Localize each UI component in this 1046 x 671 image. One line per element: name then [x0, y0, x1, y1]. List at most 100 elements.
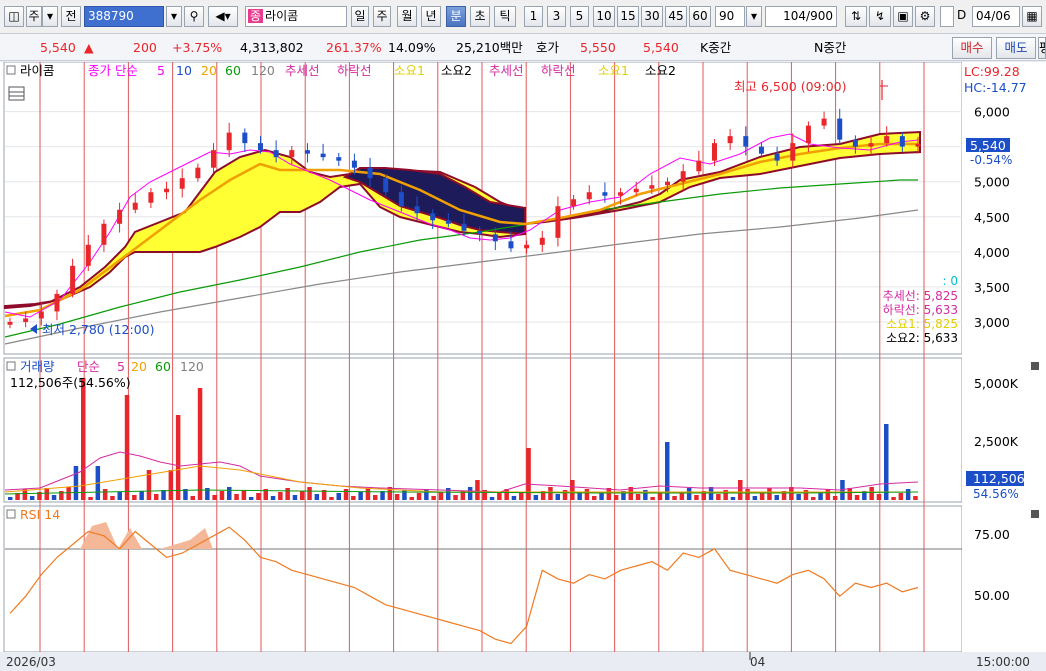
volume-bar — [913, 496, 918, 500]
volume-bar — [212, 495, 217, 500]
table-view-icon[interactable] — [8, 86, 25, 101]
interval-dropdown-icon[interactable]: ▾ — [746, 6, 762, 27]
volume-bar — [343, 489, 349, 500]
data-count-field[interactable]: 104/900 — [765, 6, 837, 27]
candle-body — [211, 150, 217, 168]
price-tick-label: 4,000 — [974, 245, 1010, 260]
search-icon[interactable]: ⚲ — [184, 6, 204, 27]
interval-60[interactable]: 60 — [689, 6, 711, 27]
code-dropdown-icon[interactable]: ▾ — [166, 6, 182, 27]
candle-body — [320, 153, 326, 158]
period-week[interactable]: 주 — [373, 6, 391, 27]
interval-5[interactable]: 5 — [570, 6, 589, 27]
interval-1[interactable]: 1 — [524, 6, 543, 27]
candle-body — [367, 167, 373, 179]
period-minute[interactable]: 분 — [446, 6, 466, 27]
volume-bar — [336, 493, 341, 500]
rsi-panel-collapse-icon[interactable] — [6, 509, 16, 519]
market-select[interactable]: 주 — [26, 6, 42, 27]
save-icon[interactable]: ▣ — [893, 6, 913, 27]
volume-bar — [380, 491, 385, 500]
candle-body — [743, 136, 749, 147]
ma5-legend: 5 — [157, 63, 165, 78]
volume-tick-5000k: 5,000K — [974, 376, 1019, 391]
volume-bar — [248, 497, 254, 500]
interval-45[interactable]: 45 — [665, 6, 687, 27]
stock-chart[interactable]: 최고 6,500 (09:00) 최저 2,780 (12:00) 라이콤 종가… — [0, 62, 1046, 671]
volume-panel-close-icon[interactable] — [1031, 362, 1039, 370]
period-tick[interactable]: 틱 — [494, 6, 516, 27]
last-volume: 112,506 — [973, 471, 1025, 486]
sell-button[interactable]: 매도 — [996, 37, 1036, 59]
interval-3[interactable]: 3 — [547, 6, 566, 27]
volume-bar — [44, 488, 49, 500]
price-tick-label: 4,500 — [974, 210, 1010, 225]
period-second[interactable]: 초 — [470, 6, 490, 27]
date-checkbox[interactable] — [940, 6, 954, 27]
volume-panel-collapse-icon[interactable] — [6, 361, 16, 371]
candle-body — [571, 199, 577, 207]
chart-toolbar: ◫ 주 ▾ 전 388790 ▾ ⚲ ◀▾ 종 라이콤 일 주 월 년 분 초 틱… — [0, 0, 1046, 34]
volume-bar — [124, 395, 130, 500]
bid-price: 5,540 — [643, 40, 679, 55]
volume-bar — [665, 442, 670, 500]
stock-code-input[interactable]: 388790 — [84, 6, 164, 27]
rsi-panel-close-icon[interactable] — [1031, 510, 1039, 518]
candle-body — [414, 206, 420, 214]
ma60-legend: 60 — [225, 63, 241, 78]
volume-info: 112,506주(54.56%) — [10, 375, 131, 390]
volume-tick-2500k: 2,500K — [974, 434, 1019, 449]
x-axis-time-label: 15:00:00 — [976, 655, 1030, 669]
ichimoku-legend-7: 소요1 — [598, 63, 629, 78]
quote-bar: 5,540 ▲ 200 +3.75% 4,313,802 261.37% 14.… — [0, 34, 1046, 61]
volume-bar — [102, 489, 108, 500]
market-dropdown-icon[interactable]: ▾ — [42, 6, 58, 27]
interval-30[interactable]: 30 — [641, 6, 663, 27]
last-price-pct: -0.54% — [970, 153, 1012, 167]
period-month[interactable]: 월 — [397, 6, 417, 27]
volume-bar — [694, 495, 699, 500]
interval-input[interactable]: 90 — [715, 6, 745, 27]
volume-bar — [219, 491, 225, 500]
period-year[interactable]: 년 — [421, 6, 441, 27]
candle-body — [758, 146, 764, 154]
hc-label: HC:-14.77 — [964, 80, 1027, 95]
candle-body — [837, 118, 843, 140]
layout-icon[interactable]: ◫ — [4, 6, 24, 27]
evaluation-button[interactable]: 평 — [1038, 37, 1046, 59]
volume-ma120-legend: 120 — [180, 359, 204, 374]
buy-button[interactable]: 매수 — [952, 37, 992, 59]
interval-15[interactable]: 15 — [617, 6, 639, 27]
lc-label: LC:99.28 — [964, 64, 1020, 79]
date-input[interactable]: 04/06 — [972, 6, 1020, 27]
volume-bar — [489, 497, 495, 500]
stock-name-field[interactable]: 종 라이콤 — [245, 6, 347, 27]
candle-body — [179, 178, 185, 189]
volume-bar — [278, 492, 283, 500]
volume-bar — [905, 489, 911, 500]
volume-bar — [29, 496, 35, 500]
ichimoku-legend-8: 소요2 — [645, 63, 676, 78]
volume-bar — [365, 488, 371, 500]
volume-bar — [854, 495, 860, 500]
period-day[interactable]: 일 — [351, 6, 369, 27]
volume-bar — [351, 496, 356, 500]
volume-ma-label: 단순 — [77, 359, 100, 374]
sound-icon[interactable]: ◀▾ — [208, 6, 238, 27]
calendar-icon[interactable]: ▦ — [1022, 6, 1042, 27]
all-select[interactable]: 전 — [61, 6, 81, 27]
indicator-icon[interactable]: ⇅ — [845, 6, 867, 27]
draw-tool-icon[interactable]: ↯ — [869, 6, 891, 27]
volume-bar — [533, 495, 539, 500]
x-axis-mid-label: 04 — [750, 655, 765, 669]
up-arrow-icon: ▲ — [84, 40, 94, 55]
candle-body — [164, 188, 170, 193]
volume-ma60-legend: 60 — [155, 359, 171, 374]
gear-icon[interactable]: ⚙ — [915, 6, 935, 27]
volume-bar — [467, 487, 473, 500]
volume-bar — [650, 497, 655, 500]
volume-bar — [577, 493, 582, 500]
interval-10[interactable]: 10 — [593, 6, 615, 27]
stock-type-tag: 종 — [248, 9, 264, 23]
price-panel-collapse-icon[interactable] — [6, 65, 16, 75]
